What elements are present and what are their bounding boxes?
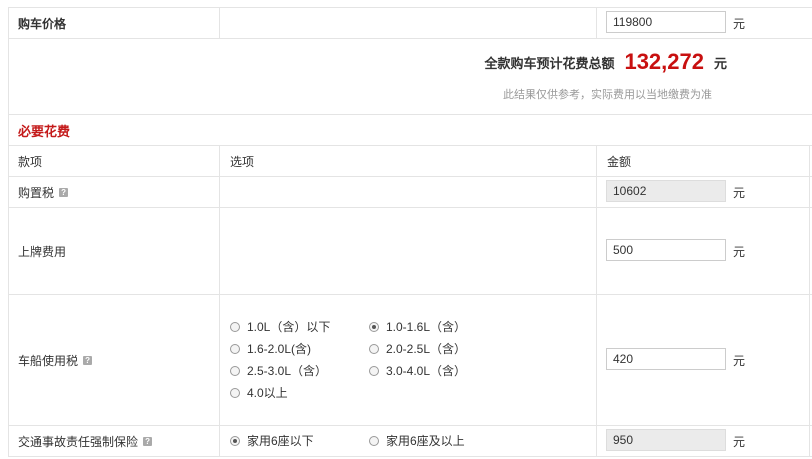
radio-label: 1.0-1.6L（含） [386, 320, 467, 334]
plate-fee-input[interactable]: 500 [606, 239, 726, 261]
radio-unchecked-icon[interactable] [230, 365, 240, 376]
purchase-tax-label: 购置税 [18, 185, 55, 200]
radio-option[interactable]: 2.5-3.0L（含） [230, 362, 327, 379]
divider [8, 38, 812, 39]
radio-option[interactable]: 1.6-2.0L(含) [230, 340, 311, 357]
divider [809, 145, 810, 457]
radio-label: 2.5-3.0L（含） [247, 364, 328, 378]
radio-option[interactable]: 4.0以上 [230, 384, 288, 401]
insurance-unit: 元 [733, 435, 746, 449]
divider [8, 176, 812, 177]
insurance-row: 交通事故责任强制保险 ? [18, 426, 153, 456]
radio-unchecked-icon[interactable] [369, 343, 379, 354]
radio-unchecked-icon[interactable] [230, 387, 240, 398]
help-icon[interactable]: ? [143, 436, 153, 446]
divider [219, 7, 220, 39]
radio-unchecked-icon[interactable] [369, 365, 379, 376]
purchase-tax-unit: 元 [733, 186, 746, 200]
radio-label: 3.0-4.0L（含） [386, 364, 467, 378]
radio-label: 1.0L（含）以下 [247, 320, 331, 334]
divider [8, 145, 812, 146]
divider [219, 145, 220, 457]
divider [596, 7, 597, 39]
divider [8, 456, 812, 457]
radio-label: 1.6-2.0L(含) [247, 342, 312, 356]
radio-option[interactable]: 家用6座及以上 [369, 432, 465, 449]
divider [596, 145, 597, 457]
total-label: 全款购车预计花费总额 [484, 55, 615, 71]
radio-option[interactable]: 3.0-4.0L（含） [369, 362, 466, 379]
radio-option[interactable]: 1.0L（含）以下 [230, 318, 330, 335]
radio-checked-icon[interactable] [369, 321, 379, 332]
vehicle-tax-unit: 元 [733, 354, 746, 368]
divider [8, 207, 812, 208]
price-input[interactable]: 119800 [606, 11, 726, 33]
radio-checked-icon[interactable] [230, 435, 240, 446]
purchase-tax-row: 购置税 ? [18, 177, 69, 207]
plate-fee-label: 上牌费用 [18, 244, 67, 259]
divider [8, 294, 812, 295]
radio-option[interactable]: 1.0-1.6L（含） [369, 318, 466, 335]
help-icon[interactable]: ? [59, 187, 69, 197]
disclaimer-note: 此结果仅供参考，实际费用以当地缴费为准 [503, 89, 712, 101]
purchase-tax-value: 10602 [606, 180, 726, 202]
divider [8, 7, 812, 8]
car-cost-calculator: 购车价格 119800 元 全款购车预计花费总额 132,272 元 此结果仅供… [0, 0, 812, 459]
radio-label: 2.0-2.5L（含） [386, 342, 467, 356]
header-options: 选项 [230, 154, 255, 169]
header-item: 款项 [18, 154, 43, 169]
radio-option[interactable]: 2.0-2.5L（含） [369, 340, 466, 357]
plate-fee-unit: 元 [733, 245, 746, 259]
radio-option[interactable]: 家用6座以下 [230, 432, 314, 449]
vehicle-tax-row: 车船使用税 ? [18, 295, 93, 425]
radio-label: 4.0以上 [247, 386, 288, 400]
help-icon[interactable]: ? [83, 355, 93, 365]
price-label: 购车价格 [18, 16, 67, 31]
radio-label: 家用6座以下 [247, 434, 314, 448]
insurance-value: 950 [606, 429, 726, 451]
radio-unchecked-icon[interactable] [230, 343, 240, 354]
divider [8, 114, 812, 115]
radio-label: 家用6座及以上 [386, 434, 465, 448]
vehicle-tax-input[interactable]: 420 [606, 348, 726, 370]
section-title: 必要花费 [18, 123, 71, 139]
radio-unchecked-icon[interactable] [369, 435, 379, 446]
radio-unchecked-icon[interactable] [230, 321, 240, 332]
insurance-label: 交通事故责任强制保险 [18, 434, 139, 449]
total-summary: 全款购车预计花费总额 132,272 元 [0, 44, 812, 80]
total-unit: 元 [713, 55, 727, 71]
price-unit: 元 [733, 17, 746, 31]
header-amount: 金额 [607, 154, 632, 169]
total-value: 132,272 [624, 49, 704, 74]
vehicle-tax-label: 车船使用税 [18, 353, 79, 368]
